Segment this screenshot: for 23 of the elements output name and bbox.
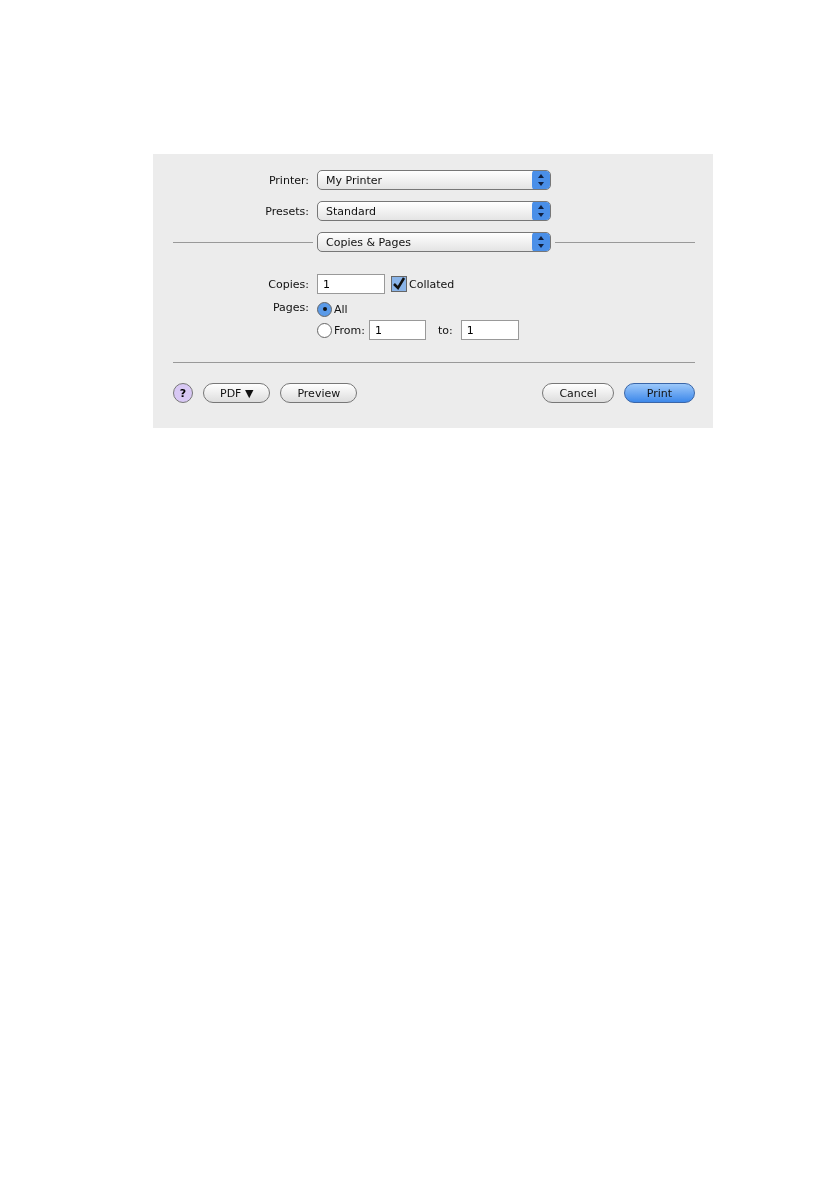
radio-button[interactable]: All: [317, 301, 348, 317]
dialog-button[interactable]: Cancel: [542, 383, 614, 403]
from-page-field[interactable]: 1: [368, 320, 426, 340]
dialog-button[interactable]: Preview: [280, 383, 358, 403]
to-page-field[interactable]: 1: [460, 320, 519, 340]
popup-menu[interactable]: My Printer: [317, 170, 551, 190]
checkmark-icon: [392, 277, 406, 291]
field-label: Printer:: [267, 173, 309, 187]
dialog-button[interactable]: PDF ▼: [203, 383, 271, 403]
field-label: to:: [437, 323, 453, 337]
field-label: Copies:: [267, 277, 309, 291]
stepper-arrows-icon: [532, 171, 550, 189]
stepper-arrows-icon: [532, 202, 550, 220]
radio-button[interactable]: From:: [317, 322, 365, 338]
dialog-button[interactable]: Print: [623, 383, 695, 403]
popup-menu[interactable]: Standard: [317, 201, 551, 221]
field-label: Pages:: [271, 301, 309, 314]
stepper-arrows-icon: [532, 233, 550, 251]
help-button[interactable]: ?: [173, 383, 193, 403]
collated-checkbox[interactable]: Collated: [391, 276, 455, 292]
copies-field[interactable]: 1: [317, 274, 385, 294]
field-label: Presets:: [264, 204, 309, 218]
popup-menu[interactable]: Copies & Pages: [317, 232, 551, 252]
